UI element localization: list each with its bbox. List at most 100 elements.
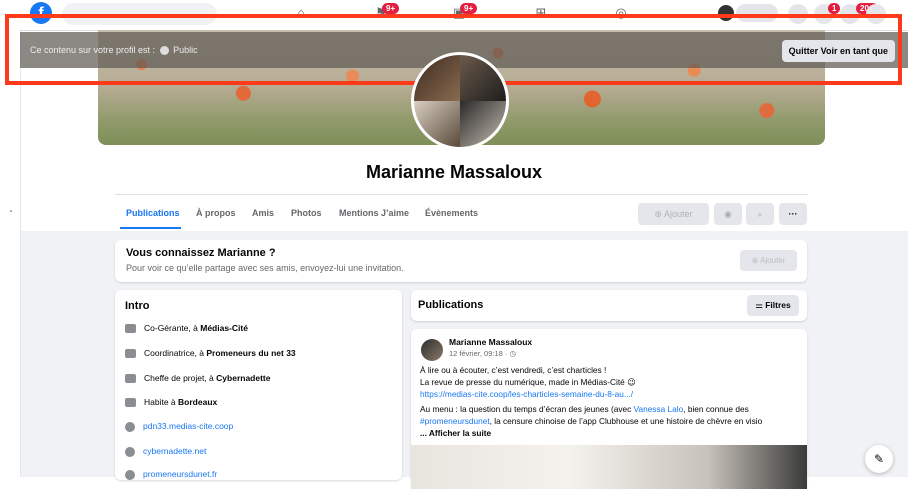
post-line-3: https://medias-cite.coop/les-charticles-…: [420, 389, 633, 399]
new-message-button[interactable]: ✎: [865, 445, 893, 473]
briefcase-icon: [125, 349, 136, 359]
banner-label: Ce contenu sur votre profil est :: [30, 45, 158, 55]
website-link-3[interactable]: promeneursdunet.fr: [143, 469, 217, 479]
account-button[interactable]: [866, 4, 886, 24]
menu-button[interactable]: [788, 4, 808, 24]
intro-link-2: cybernadette.net: [125, 446, 206, 457]
globe-icon: [125, 421, 135, 432]
post-card: Marianne Massaloux 12 février, 09:18 · ◷…: [411, 329, 807, 489]
avatar-photo-4: [460, 101, 506, 147]
know-title: Vous connaissez Marianne ?: [126, 247, 276, 259]
intro-card: Intro Co-Gérante, à Médias-Cité Coordina…: [115, 290, 402, 480]
globe-icon: [159, 46, 169, 56]
video-badge: 9+: [460, 3, 478, 14]
intro-link-1: pdn33.medias-cite.coop: [125, 421, 233, 432]
tab-photos[interactable]: Photos: [291, 208, 322, 218]
edit-icon: ✎: [873, 452, 885, 466]
intro-work-2-org[interactable]: Promeneurs du net 33: [206, 348, 295, 358]
post-article-link[interactable]: https://medias-cite.coop/les-charticles-…: [420, 389, 633, 399]
intro-work-2-prefix: Coordinatrice, à: [144, 348, 207, 358]
post-line-1: À lire ou à écouter, c’est vendredi, c’e…: [420, 365, 607, 375]
post-line-5-post: , la censure chinoise de l’app Clubhouse…: [489, 416, 763, 426]
briefcase-icon: [125, 324, 136, 334]
edge-dot: [10, 210, 12, 212]
briefcase-icon: [125, 374, 136, 384]
home-icon: [125, 398, 136, 408]
globe-icon: [125, 469, 135, 480]
tab-likes[interactable]: Mentions J’aime: [339, 208, 409, 218]
post-date[interactable]: 12 février, 09:18 · ◷: [449, 349, 516, 358]
add-friend-label: Ajouter: [664, 209, 693, 219]
globe-icon: [125, 446, 135, 457]
messenger-action-button[interactable]: ◉: [714, 203, 742, 225]
post-avatar[interactable]: [421, 339, 443, 361]
quit-view-as-button[interactable]: Quitter Voir en tant que: [781, 40, 895, 62]
know-subtitle: Pour voir ce qu’elle partage avec ses am…: [126, 263, 404, 273]
groups-icon[interactable]: ◎: [612, 5, 630, 21]
privacy-label: Public: [173, 45, 198, 55]
know-add-label: Ajouter: [760, 256, 786, 265]
banner-text: Ce contenu sur votre profil est : Public: [30, 45, 198, 56]
active-tab-indicator: [120, 227, 181, 229]
tab-friends[interactable]: Amis: [252, 208, 274, 218]
add-friend-button[interactable]: ⊕ Ajouter: [638, 203, 709, 225]
post-date-text: 12 février, 09:18 ·: [449, 349, 510, 358]
intro-work-1-org[interactable]: Médias-Cité: [200, 323, 248, 333]
profile-avatar[interactable]: [411, 52, 509, 150]
add-user-icon: ⊕: [751, 256, 761, 265]
public-icon: ◷: [509, 349, 516, 358]
filters-button[interactable]: ⚌ Filtres: [747, 295, 799, 316]
intro-title: Intro: [125, 300, 150, 312]
know-card: Vous connaissez Marianne ? Pour voir ce …: [115, 240, 807, 282]
facebook-logo-icon[interactable]: f: [30, 2, 52, 24]
add-friend-icon: ⊕: [654, 209, 664, 219]
intro-row-work-2: Coordinatrice, à Promeneurs du net 33: [125, 348, 296, 359]
intro-home-city[interactable]: Bordeaux: [178, 397, 217, 407]
intro-row-work-3: Cheffe de projet, à Cybernadette: [125, 373, 270, 384]
home-icon[interactable]: ⌂: [292, 5, 310, 21]
intro-work-3-prefix: Cheffe de projet, à: [144, 373, 217, 383]
intro-row-home: Habite à Bordeaux: [125, 397, 217, 408]
tabs-divider: [115, 194, 808, 195]
tab-about[interactable]: À propos: [196, 208, 236, 218]
flag-badge: 9+: [382, 3, 400, 14]
mention-link[interactable]: Vanessa Lalo: [634, 404, 684, 414]
website-link-1[interactable]: pdn33.medias-cite.coop: [143, 421, 233, 431]
intro-row-work-1: Co-Gérante, à Médias-Cité: [125, 323, 248, 334]
search-profile-button[interactable]: ⌕: [746, 203, 774, 225]
nav-profile-button[interactable]: [736, 4, 778, 22]
search-input[interactable]: [62, 3, 217, 25]
sliders-icon: ⚌: [755, 300, 766, 310]
post-line-6: ... Afficher la suite: [420, 428, 491, 438]
post-line-4: Au menu : la question du temps d’écran d…: [420, 404, 749, 414]
top-nav: f ⌂ ⚑ 9+ ▣ 9+ ⊞ ◎ 1 20+: [20, 0, 908, 31]
post-line-4-pre: Au menu : la question du temps d’écran d…: [420, 404, 634, 414]
post-line-2: La revue de presse du numérique, made in…: [420, 377, 636, 387]
tab-events[interactable]: Évènements: [425, 208, 478, 218]
profile-name: Marianne Massaloux: [365, 162, 543, 182]
post-line-5: #promeneursdunet, la censure chinoise de…: [420, 416, 762, 426]
post-image[interactable]: [411, 445, 807, 489]
avatar-photo-2: [460, 55, 506, 101]
messenger-badge: 1: [828, 3, 841, 14]
more-options-button[interactable]: ···: [779, 203, 807, 225]
tab-publications[interactable]: Publications: [126, 208, 180, 218]
intro-home-prefix: Habite à: [144, 397, 179, 407]
avatar-photo-1: [414, 55, 460, 101]
post-line-4-post: , bien connue des: [683, 404, 749, 414]
see-more-link[interactable]: ... Afficher la suite: [420, 428, 491, 438]
post-author[interactable]: Marianne Massaloux: [449, 337, 532, 347]
know-add-button[interactable]: ⊕ Ajouter: [740, 250, 797, 271]
publications-header: Publications ⚌ Filtres: [411, 290, 807, 321]
filters-label: Filtres: [765, 300, 791, 310]
publications-title: Publications: [418, 299, 484, 311]
hashtag-link[interactable]: #promeneursdunet: [420, 416, 490, 426]
marketplace-icon[interactable]: ⊞: [532, 5, 550, 21]
intro-work-1-prefix: Co-Gérante, à: [144, 323, 201, 333]
avatar-photo-3: [414, 101, 460, 147]
intro-link-3: promeneursdunet.fr: [125, 469, 217, 480]
left-edge: [0, 0, 21, 477]
intro-work-3-org[interactable]: Cybernadette: [216, 373, 270, 383]
website-link-2[interactable]: cybernadette.net: [143, 446, 206, 456]
nav-avatar[interactable]: [718, 5, 734, 21]
